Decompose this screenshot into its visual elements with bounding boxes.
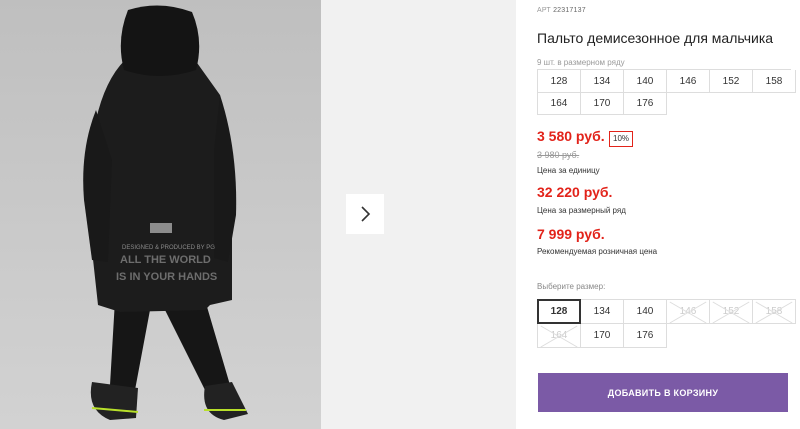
size-option-134[interactable]: 134	[580, 299, 624, 324]
size-row-cell: 146	[667, 70, 710, 93]
unit-price: 3 580 руб.	[537, 128, 605, 144]
size-row-cell: 152	[710, 70, 753, 93]
retail-price-caption: Рекомендуемая розничная цена	[537, 247, 658, 256]
size-row-cell: 140	[624, 70, 667, 93]
size-row-cell: 128	[538, 70, 581, 93]
size-option-158: 158	[752, 299, 796, 324]
size-option-164: 164	[537, 323, 581, 348]
article-value: 22317137	[553, 7, 586, 14]
article-label: АРТ	[537, 7, 551, 14]
size-option-176[interactable]: 176	[623, 323, 667, 348]
size-row-price: 32 220 руб.	[537, 184, 613, 200]
size-row-cell: 158	[753, 70, 796, 93]
size-option-146: 146	[666, 299, 710, 324]
chevron-right-icon	[361, 206, 371, 222]
coat-print-line2: ALL THE WORLD	[120, 254, 211, 266]
size-row-table: 128 134 140 146 152 158	[537, 69, 796, 93]
unit-price-caption: Цена за единицу	[537, 166, 600, 175]
old-price: 3 980 руб.	[537, 150, 580, 160]
size-option-170[interactable]: 170	[580, 323, 624, 348]
article-number: АРТ 22317137	[537, 7, 586, 14]
retail-price: 7 999 руб.	[537, 226, 605, 242]
size-option-128[interactable]: 128	[537, 299, 581, 324]
size-row-table-line2: 164 170 176	[537, 92, 667, 115]
size-row-cell: 164	[538, 92, 581, 115]
product-title: Пальто демисезонное для мальчика	[537, 30, 774, 46]
size-option-140[interactable]: 140	[623, 299, 667, 324]
coat-print-line1: DESIGNED & PRODUCED BY PG	[122, 245, 215, 251]
product-gallery: DESIGNED & PRODUCED BY PG ALL THE WORLD …	[0, 0, 516, 429]
size-row-price-caption: Цена за размерный ряд	[537, 206, 626, 215]
coat-print-line3: IS IN YOUR HANDS	[116, 271, 217, 283]
product-info-panel: АРТ 22317137 Пальто демисезонное для мал…	[537, 0, 800, 429]
discount-badge: 10%	[609, 131, 634, 147]
coat-illustration: DESIGNED & PRODUCED BY PG ALL THE WORLD …	[83, 5, 248, 420]
size-row-cell: 134	[581, 70, 624, 93]
size-option-152: 152	[709, 299, 753, 324]
size-row-cell: 170	[581, 92, 624, 115]
product-photo-secondary[interactable]	[321, 0, 516, 429]
size-row-cell: 176	[624, 92, 667, 115]
choose-size-label: Выберите размер:	[537, 282, 606, 291]
gallery-next-button[interactable]	[346, 194, 384, 234]
size-selector: 128 134 140 146 152 158 164 170 176	[537, 299, 796, 348]
add-to-cart-button[interactable]: ДОБАВИТЬ В КОРЗИНУ	[538, 373, 788, 412]
product-photo-main[interactable]: DESIGNED & PRODUCED BY PG ALL THE WORLD …	[0, 0, 321, 429]
size-row-note: 9 шт. в размерном ряду	[537, 58, 625, 67]
